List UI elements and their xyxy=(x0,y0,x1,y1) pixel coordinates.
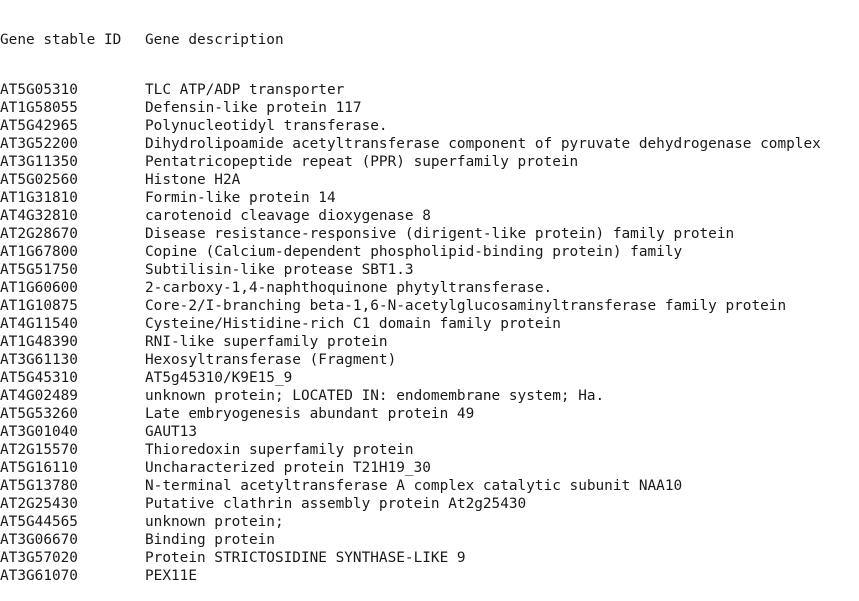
table-row: AT4G02489 unknown protein; LOCATED IN: en… xyxy=(0,387,859,405)
gene-stable-id-cell: AT3G01040 xyxy=(0,424,78,440)
gene-stable-id-cell: AT3G06670 xyxy=(0,532,78,548)
gene-description-cell: unknown protein; LOCATED IN: endomembran… xyxy=(145,388,605,404)
gene-stable-id-cell: AT3G52200 xyxy=(0,136,78,152)
table-row: AT5G53260 Late embryogenesis abundant pro… xyxy=(0,405,859,423)
table-row: AT3G52200 Dihydrolipoamide acetyltransfer… xyxy=(0,135,859,153)
gene-description-cell: Polynucleotidyl transferase. xyxy=(145,118,388,134)
gene-stable-id-cell: AT2G25430 xyxy=(0,496,78,512)
gene-description-cell: 2-carboxy-1,4-naphthoquinone phytyltrans… xyxy=(145,280,553,296)
gene-description-cell: Defensin-like protein 117 xyxy=(145,100,362,116)
table-row: AT5G45310 AT5g45310/K9E15_9 xyxy=(0,369,859,387)
gene-stable-id-cell: AT3G57020 xyxy=(0,550,78,566)
gene-stable-id-cell: AT5G13780 xyxy=(0,478,78,494)
gene-description-cell: Protein STRICTOSIDINE SYNTHASE-LIKE 9 xyxy=(145,550,466,566)
gene-stable-id-cell: AT5G05310 xyxy=(0,82,78,98)
gene-stable-id-cell: AT4G32810 xyxy=(0,208,78,224)
table-row: AT5G13780 N-terminal acetyltransferase A … xyxy=(0,477,859,495)
gene-stable-id-cell: AT3G11350 xyxy=(0,154,78,170)
gene-description-cell: Cysteine/Histidine-rich C1 domain family… xyxy=(145,316,561,332)
gene-stable-id-cell: AT1G31810 xyxy=(0,190,78,206)
gene-description-cell: Late embryogenesis abundant protein 49 xyxy=(145,406,475,422)
gene-description-cell: Histone H2A xyxy=(145,172,241,188)
gene-description-cell: Putative clathrin assembly protein At2g2… xyxy=(145,496,527,512)
table-row: AT5G05310 TLC ATP/ADP transporter xyxy=(0,81,859,99)
gene-stable-id-cell: AT1G10875 xyxy=(0,298,78,314)
table-row: AT5G02560 Histone H2A xyxy=(0,171,859,189)
gene-description-cell: Core-2/I-branching beta-1,6-N-acetylgluc… xyxy=(145,298,787,314)
terminal-output[interactable]: Gene stable ID Gene description AT5G0531… xyxy=(0,0,859,584)
table-row: AT1G58055 Defensin-like protein 117 xyxy=(0,99,859,117)
gene-stable-id-cell: AT3G61070 xyxy=(0,568,78,584)
gene-description-cell: Disease resistance-responsive (dirigent-… xyxy=(145,226,735,242)
table-row: AT4G32810 carotenoid cleavage dioxygenase… xyxy=(0,207,859,225)
table-row: AT2G15570 Thioredoxin superfamily protein xyxy=(0,441,859,459)
table-row: AT5G42965 Polynucleotidyl transferase. xyxy=(0,117,859,135)
gene-description-cell: Hexosyltransferase (Fragment) xyxy=(145,352,397,368)
gene-stable-id-cell: AT4G11540 xyxy=(0,316,78,332)
gene-description-cell: N-terminal acetyltransferase A complex c… xyxy=(145,478,683,494)
gene-stable-id-cell: AT3G61130 xyxy=(0,352,78,368)
table-row: AT3G61130 Hexosyltransferase (Fragment) xyxy=(0,351,859,369)
gene-description-cell: AT5g45310/K9E15_9 xyxy=(145,370,293,386)
gene-description-cell: GAUT13 xyxy=(145,424,197,440)
gene-stable-id-cell: AT1G48390 xyxy=(0,334,78,350)
table-row: AT5G44565 unknown protein; xyxy=(0,513,859,531)
table-row: AT1G31810 Formin-like protein 14 xyxy=(0,189,859,207)
gene-description-cell: carotenoid cleavage dioxygenase 8 xyxy=(145,208,431,224)
gene-description-cell: Pentatricopeptide repeat (PPR) superfami… xyxy=(145,154,579,170)
gene-description-cell: Copine (Calcium-dependent phospholipid-b… xyxy=(145,244,683,260)
table-row: AT3G11350 Pentatricopeptide repeat (PPR) … xyxy=(0,153,859,171)
table-row: AT3G06670 Binding protein xyxy=(0,531,859,549)
gene-description-cell: PEX11E xyxy=(145,568,197,584)
gene-stable-id-cell: AT5G51750 xyxy=(0,262,78,278)
table-row: AT3G01040 GAUT13 xyxy=(0,423,859,441)
gene-description-cell: unknown protein; xyxy=(145,514,284,530)
table-row: AT3G61070 PEX11E xyxy=(0,567,859,585)
gene-stable-id-cell: AT1G67800 xyxy=(0,244,78,260)
gene-stable-id-cell: AT5G53260 xyxy=(0,406,78,422)
table-row: AT1G60600 2-carboxy-1,4-naphthoquinone ph… xyxy=(0,279,859,297)
table-row: AT3G57020 Protein STRICTOSIDINE SYNTHASE-… xyxy=(0,549,859,567)
gene-stable-id-cell: AT5G44565 xyxy=(0,514,78,530)
table-row: AT4G11540 Cysteine/Histidine-rich C1 doma… xyxy=(0,315,859,333)
gene-stable-id-cell: AT1G60600 xyxy=(0,280,78,296)
gene-description-cell: Binding protein xyxy=(145,532,275,548)
table-row: AT5G51750 Subtilisin-like protease SBT1.3 xyxy=(0,261,859,279)
table-row: AT2G25430 Putative clathrin assembly prot… xyxy=(0,495,859,513)
table-body: AT5G05310 TLC ATP/ADP transporter AT1G5805… xyxy=(0,81,859,585)
gene-stable-id-cell: AT1G58055 xyxy=(0,100,78,116)
gene-description-cell: RNI-like superfamily protein xyxy=(145,334,388,350)
gene-description-cell: Dihydrolipoamide acetyltransferase compo… xyxy=(145,136,821,152)
table-row: AT2G28670 Disease resistance-responsive (… xyxy=(0,225,859,243)
column-header-gene-stable-id: Gene stable ID xyxy=(0,32,122,48)
gene-stable-id-cell: AT5G16110 xyxy=(0,460,78,476)
gene-description-cell: Formin-like protein 14 xyxy=(145,190,336,206)
gene-stable-id-cell: AT5G42965 xyxy=(0,118,78,134)
table-row: AT5G16110 Uncharacterized protein T21H19_… xyxy=(0,459,859,477)
table-row: AT1G10875 Core-2/I-branching beta-1,6-N-a… xyxy=(0,297,859,315)
gene-stable-id-cell: AT2G15570 xyxy=(0,442,78,458)
gene-description-cell: Subtilisin-like protease SBT1.3 xyxy=(145,262,414,278)
gene-stable-id-cell: AT5G02560 xyxy=(0,172,78,188)
gene-description-cell: Thioredoxin superfamily protein xyxy=(145,442,414,458)
gene-description-cell: Uncharacterized protein T21H19_30 xyxy=(145,460,431,476)
table-row: AT1G67800 Copine (Calcium-dependent phosp… xyxy=(0,243,859,261)
gene-stable-id-cell: AT4G02489 xyxy=(0,388,78,404)
gene-stable-id-cell: AT5G45310 xyxy=(0,370,78,386)
table-row: AT1G48390 RNI-like superfamily protein xyxy=(0,333,859,351)
column-header-gene-description: Gene description xyxy=(145,32,284,48)
gene-stable-id-cell: AT2G28670 xyxy=(0,226,78,242)
gene-description-cell: TLC ATP/ADP transporter xyxy=(145,82,345,98)
table-header-row: Gene stable ID Gene description xyxy=(0,31,859,49)
